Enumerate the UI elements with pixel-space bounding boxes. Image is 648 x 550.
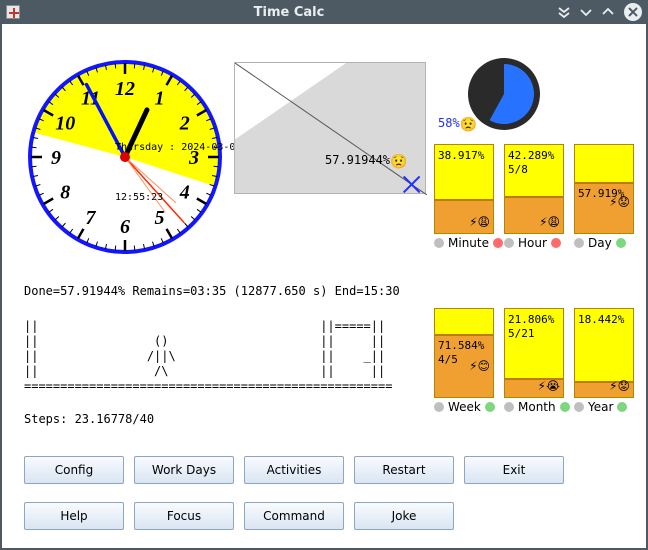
progress-cell-minute: 38.917% ⚡😩 Minute xyxy=(434,144,494,250)
progress-label: Hour xyxy=(518,236,547,250)
status-dot-green xyxy=(560,402,570,412)
joke-button[interactable]: Joke xyxy=(354,502,454,530)
close-icon[interactable] xyxy=(624,3,642,21)
title-bar: Time Calc xyxy=(0,0,648,24)
progress-sub: 5/21 xyxy=(508,327,535,340)
steps-line: Steps: 23.16778/40 xyxy=(24,412,154,426)
restore-down-icon[interactable] xyxy=(558,6,570,18)
progress-bar: 71.584%4/5 ⚡😊 xyxy=(434,308,494,398)
svg-text:9: 9 xyxy=(51,147,61,169)
minimize-icon[interactable] xyxy=(580,6,592,18)
progress-label: Week xyxy=(448,400,481,414)
progress-bar: 21.806%5/21 ⚡😭 xyxy=(504,308,564,398)
progress-percent: 18.442% xyxy=(578,313,624,326)
button-row-1: Config Work Days Activities Restart Exit xyxy=(24,456,564,484)
progress-caption: Minute xyxy=(434,236,503,250)
progress-cell-year: 18.442% ⚡😟 Year xyxy=(574,308,634,414)
status-dot-gray xyxy=(434,402,444,412)
svg-text:2: 2 xyxy=(179,113,190,135)
progress-caption: Year xyxy=(574,400,627,414)
clock-date-label: Thursday : 2024-03-07 xyxy=(115,142,241,153)
progress-rect-face-icon: 😟 xyxy=(390,154,407,170)
maximize-icon[interactable] xyxy=(602,6,614,18)
status-dot-green xyxy=(485,402,495,412)
status-dot-gray xyxy=(574,238,584,248)
progress-bar: 18.442% ⚡😟 xyxy=(574,308,634,398)
progress-percent: 71.584% xyxy=(438,339,484,352)
progress-bar: 57.919%⚡😟 xyxy=(574,144,634,234)
progress-percent: 38.917% xyxy=(438,149,484,162)
svg-text:4: 4 xyxy=(179,182,190,204)
svg-text:1: 1 xyxy=(155,87,165,109)
progress-bar: 38.917% ⚡😩 xyxy=(434,144,494,234)
bolt-bottom-icon: ⚡😟 xyxy=(609,379,630,393)
status-dot-red xyxy=(551,238,561,248)
ascii-art: || ||=====|| || () || || || /||\ || _|| … xyxy=(24,319,392,394)
progress-bar: 42.289%5/8 ⚡😩 xyxy=(504,144,564,234)
progress-percent: 42.289% xyxy=(508,149,554,162)
status-dot-green xyxy=(616,238,626,248)
exit-button[interactable]: Exit xyxy=(464,456,564,484)
button-row-2: Help Focus Command Joke xyxy=(24,502,454,530)
restart-button[interactable]: Restart xyxy=(354,456,454,484)
status-dot-gray xyxy=(504,238,514,248)
progress-sub: 4/5 xyxy=(438,353,458,366)
focus-button[interactable]: Focus xyxy=(134,502,234,530)
progress-cell-day: 57.919%⚡😟 Day xyxy=(574,144,634,250)
progress-caption: Month xyxy=(504,400,570,414)
progress-cell-week: 71.584%4/5 ⚡😊 Week xyxy=(434,308,494,414)
help-button[interactable]: Help xyxy=(24,502,124,530)
status-line: Done=57.91944% Remains=03:35 (12877.650 … xyxy=(24,284,400,298)
day-pie-label: 58%😟 xyxy=(438,116,477,133)
app-window: 123456789101112 Thursday : 2024-03-07 12… xyxy=(2,24,646,548)
status-dot-gray xyxy=(504,402,514,412)
bolt-top-icon: ⚡😟 xyxy=(609,195,630,209)
svg-text:7: 7 xyxy=(86,207,97,229)
progress-caption: Hour xyxy=(504,236,561,250)
activities-button[interactable]: Activities xyxy=(244,456,344,484)
progress-label: Minute xyxy=(448,236,489,250)
status-dot-gray xyxy=(574,402,584,412)
bolt-bottom-icon: ⚡😭 xyxy=(538,379,560,393)
progress-label: Day xyxy=(588,236,612,250)
bolt-bottom-icon: ⚡😩 xyxy=(469,215,490,229)
svg-text:10: 10 xyxy=(55,113,75,135)
progress-rect-label: 57.91944%😟 xyxy=(325,153,407,170)
clock-time-label: 12:55:23 xyxy=(115,192,163,203)
progress-label: Year xyxy=(588,400,613,414)
progress-rectangle: 57.91944%😟 xyxy=(234,62,426,194)
app-icon xyxy=(6,5,20,19)
status-dot-red xyxy=(493,238,503,248)
progress-caption: Week xyxy=(434,400,495,414)
config-button[interactable]: Config xyxy=(24,456,124,484)
analog-clock: 123456789101112 Thursday : 2024-03-07 12… xyxy=(20,52,230,262)
day-pie-face-icon: 😟 xyxy=(460,117,477,133)
window-title: Time Calc xyxy=(24,5,554,20)
svg-text:8: 8 xyxy=(60,182,70,204)
bolt-bottom-icon: ⚡😩 xyxy=(539,215,560,229)
progress-sub: 5/8 xyxy=(508,163,528,176)
bolt-top-icon: ⚡😊 xyxy=(469,359,490,373)
progress-cells-grid: 38.917% ⚡😩 Minute 42.289%5/8 ⚡😩 Hour 57.919%⚡😟… xyxy=(434,144,634,404)
status-dot-gray xyxy=(434,238,444,248)
progress-cell-hour: 42.289%5/8 ⚡😩 Hour xyxy=(504,144,564,250)
progress-caption: Day xyxy=(574,236,626,250)
progress-cell-month: 21.806%5/21 ⚡😭 Month xyxy=(504,308,564,414)
svg-text:6: 6 xyxy=(120,216,130,238)
progress-rect-percent: 57.91944% xyxy=(325,153,390,167)
window-controls xyxy=(558,3,642,21)
progress-label: Month xyxy=(518,400,556,414)
progress-percent: 21.806% xyxy=(508,313,554,326)
svg-text:12: 12 xyxy=(115,78,135,100)
command-button[interactable]: Command xyxy=(244,502,344,530)
work-days-button[interactable]: Work Days xyxy=(134,456,234,484)
day-pie-percent: 58% xyxy=(438,116,460,130)
status-dot-green xyxy=(617,402,627,412)
